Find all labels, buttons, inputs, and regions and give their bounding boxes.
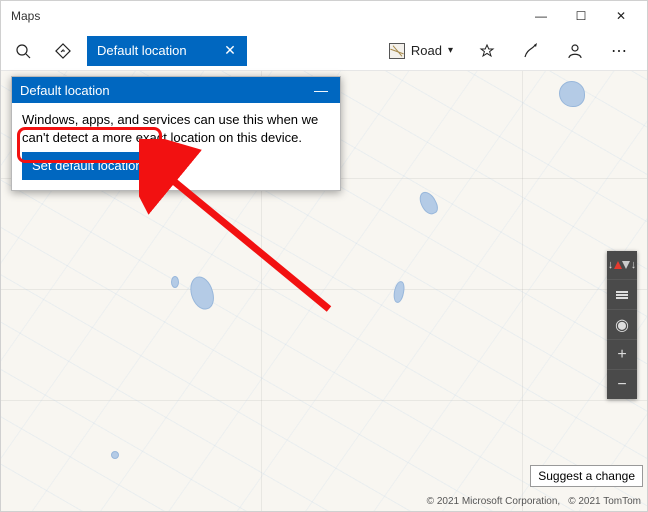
- map-controls: ↓ ↓ ◉ + −: [607, 251, 637, 399]
- lake-shape: [417, 189, 441, 217]
- search-icon[interactable]: [7, 35, 39, 67]
- panel-header: Default location —: [12, 77, 340, 103]
- compass-button[interactable]: [614, 251, 630, 279]
- close-window-button[interactable]: ✕: [601, 1, 641, 31]
- search-chip-label: Default location: [97, 43, 213, 58]
- window-controls: — ☐ ✕: [521, 1, 641, 31]
- default-location-panel: Default location — Windows, apps, and se…: [11, 76, 341, 191]
- lake-shape: [171, 276, 179, 288]
- attribution-ms: © 2021 Microsoft Corporation,: [427, 496, 561, 507]
- saved-places-icon[interactable]: [471, 35, 503, 67]
- toolbar: Default location ✕ Road ▾ ⋯: [1, 31, 647, 71]
- panel-body-text: Windows, apps, and services can use this…: [22, 111, 330, 146]
- attribution-tomtom: © 2021 TomTom: [568, 496, 641, 507]
- lake-shape: [392, 280, 406, 303]
- lake-shape: [559, 81, 585, 107]
- title-bar: Maps — ☐ ✕: [1, 1, 647, 31]
- attribution: © 2021 Microsoft Corporation, © 2021 Tom…: [427, 496, 641, 507]
- ink-icon[interactable]: [515, 35, 547, 67]
- lake-shape: [187, 274, 217, 313]
- zoom-in-button[interactable]: +: [607, 339, 637, 369]
- map-view-label: Road: [411, 43, 442, 58]
- zoom-out-button[interactable]: −: [607, 369, 637, 399]
- set-default-location-button[interactable]: Set default location: [22, 152, 153, 180]
- tilt-right-button[interactable]: ↓: [630, 251, 637, 279]
- map-view-dropdown[interactable]: Road ▾: [383, 39, 459, 63]
- minimize-button[interactable]: —: [521, 1, 561, 31]
- search-chip[interactable]: Default location ✕: [87, 36, 247, 66]
- panel-title: Default location: [20, 83, 310, 98]
- account-icon[interactable]: [559, 35, 591, 67]
- more-icon[interactable]: ⋯: [603, 35, 635, 67]
- chevron-down-icon: ▾: [448, 45, 453, 56]
- locate-me-button[interactable]: ◉: [607, 309, 637, 339]
- tilt-left-button[interactable]: ↓: [607, 251, 614, 279]
- road-view-icon: [389, 43, 405, 59]
- maps-window: Maps — ☐ ✕ Default location ✕ Road: [0, 0, 648, 512]
- clear-search-icon[interactable]: ✕: [221, 42, 239, 59]
- lake-shape: [111, 451, 119, 459]
- directions-icon[interactable]: [47, 35, 79, 67]
- tilt-3d-button[interactable]: [607, 279, 637, 309]
- window-title: Maps: [11, 9, 40, 23]
- suggest-change-button[interactable]: Suggest a change: [530, 465, 643, 487]
- panel-collapse-button[interactable]: —: [310, 82, 332, 98]
- maximize-button[interactable]: ☐: [561, 1, 601, 31]
